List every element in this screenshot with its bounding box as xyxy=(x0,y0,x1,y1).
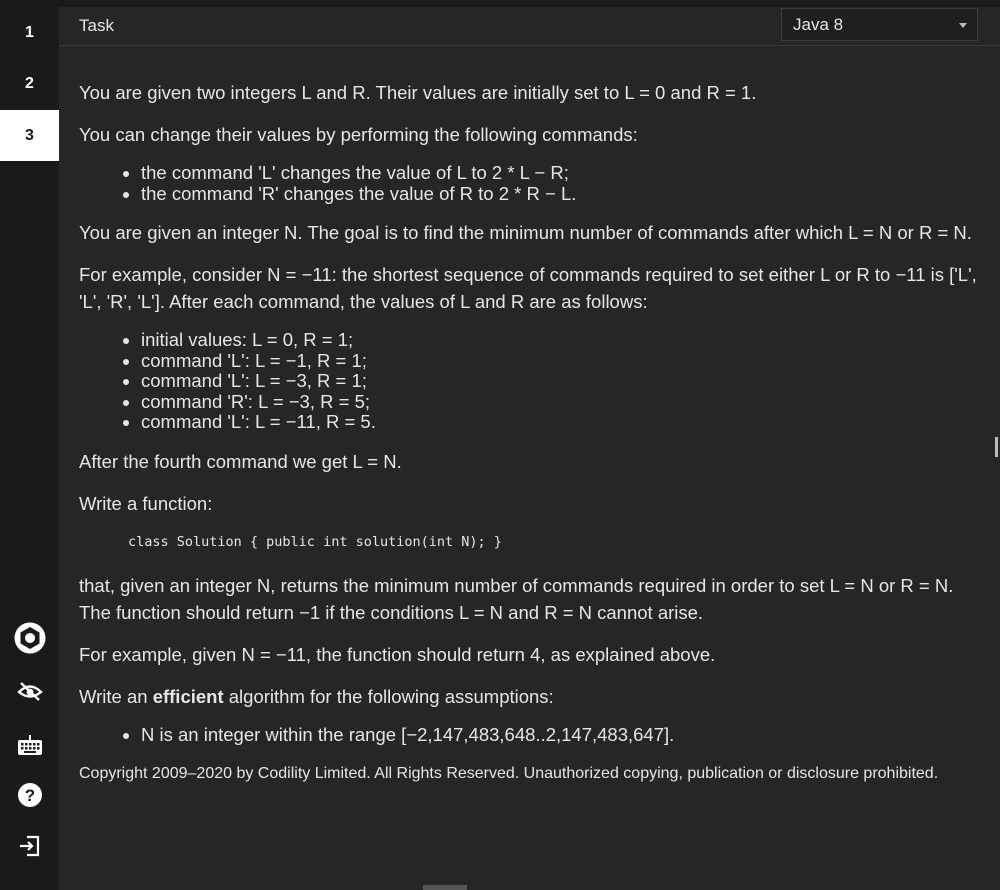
svg-text:?: ? xyxy=(24,786,34,805)
task-tab-label: 1 xyxy=(25,23,34,41)
task-tab-3[interactable]: 3 xyxy=(0,110,59,161)
code-signature: class Solution { public int solution(int… xyxy=(128,533,502,550)
list-item: N is an integer within the range [−2,147… xyxy=(141,724,984,746)
paragraph: that, given an integer N, returns the mi… xyxy=(79,574,954,623)
top-border xyxy=(59,0,1000,7)
paragraph: You are given an integer N. The goal is … xyxy=(79,222,972,243)
task-tab-label: 3 xyxy=(25,126,34,144)
emphasis: efficient xyxy=(152,685,224,707)
task-header: Task Java 8 xyxy=(59,7,1000,46)
settings-icon[interactable] xyxy=(0,620,59,656)
list-item: initial values: L = 0, R = 1; xyxy=(141,329,984,351)
paragraph: You can change their values by performin… xyxy=(79,124,638,145)
paragraph: Write an efficient algorithm for the fol… xyxy=(79,683,984,710)
language-value: Java 8 xyxy=(793,14,844,34)
assumptions-list: N is an integer within the range [−2,147… xyxy=(79,724,984,746)
list-item: command 'L': L = −11, R = 5. xyxy=(141,411,984,433)
list-item: the command 'R' changes the value of R t… xyxy=(141,183,984,205)
copyright-notice: Copyright 2009–2020 by Codility Limited.… xyxy=(79,765,939,782)
text: algorithm for the following assumptions: xyxy=(223,685,554,707)
list-item: the command 'L' changes the value of L t… xyxy=(141,162,984,184)
hide-icon[interactable] xyxy=(0,673,59,709)
steps-list: initial values: L = 0, R = 1; command 'L… xyxy=(79,329,984,433)
list-item: command 'R': L = −3, R = 5; xyxy=(141,391,984,413)
paragraph: For example, given N = −11, the function… xyxy=(79,643,716,665)
list-item: command 'L': L = −3, R = 1; xyxy=(141,370,984,392)
task-tab-1[interactable]: 1 xyxy=(0,7,59,58)
paragraph: You are given two integers L and R. Thei… xyxy=(79,82,757,103)
task-tab-label: 2 xyxy=(25,74,34,92)
resize-handle[interactable] xyxy=(995,437,998,457)
keyboard-icon[interactable] xyxy=(0,727,59,763)
paragraph: After the fourth command we get L = N. xyxy=(79,450,402,472)
sidebar: 1 2 3 ? xyxy=(0,0,59,890)
paragraph: For example, consider N = −11: the short… xyxy=(79,264,977,312)
task-panel: Task Java 8 You are given two integers L… xyxy=(59,0,1000,890)
list-item: command 'L': L = −1, R = 1; xyxy=(141,350,984,372)
paragraph: Write a function: xyxy=(79,492,213,514)
command-list: the command 'L' changes the value of L t… xyxy=(79,162,984,205)
task-description: You are given two integers L and R. Thei… xyxy=(79,79,984,802)
task-title: Task xyxy=(79,16,114,35)
chevron-down-icon xyxy=(959,23,967,28)
help-icon[interactable]: ? xyxy=(0,777,59,813)
language-select[interactable]: Java 8 xyxy=(781,8,978,41)
bottom-drag-handle[interactable] xyxy=(423,885,467,890)
exit-icon[interactable] xyxy=(0,828,59,864)
task-tab-2[interactable]: 2 xyxy=(0,58,59,109)
text: Write an xyxy=(79,685,153,707)
